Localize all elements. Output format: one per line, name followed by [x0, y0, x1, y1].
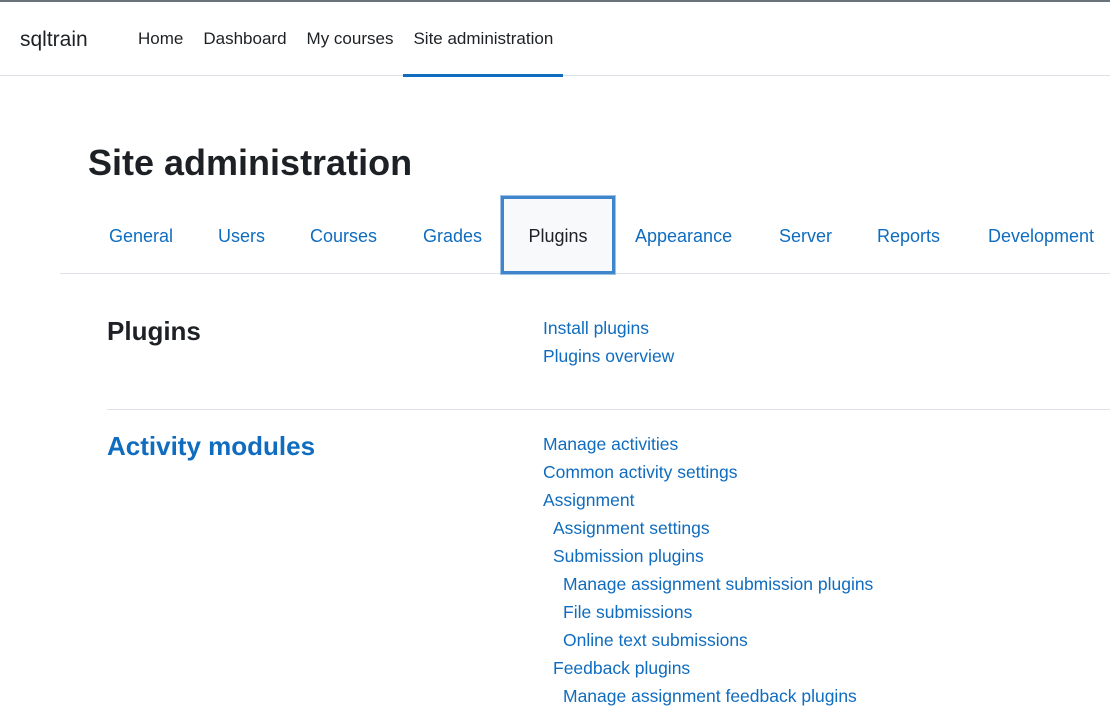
tab-appearance[interactable]: Appearance [635, 196, 732, 274]
admin-tabs: General Users Courses Grades Plugins App… [60, 196, 1110, 274]
nav-site-administration[interactable]: Site administration [403, 2, 564, 77]
tab-plugins[interactable]: Plugins [501, 196, 615, 274]
link-install-plugins[interactable]: Install plugins [543, 314, 674, 342]
link-submission-plugins[interactable]: Submission plugins [543, 542, 873, 570]
link-assignment-settings[interactable]: Assignment settings [543, 514, 873, 542]
tab-general[interactable]: General [109, 196, 173, 274]
tab-development[interactable]: Development [988, 196, 1094, 274]
nav-my-courses[interactable]: My courses [297, 2, 404, 76]
activity-modules-heading[interactable]: Activity modules [107, 431, 315, 462]
section-divider [107, 409, 1110, 410]
activity-modules-links: Manage activities Common activity settin… [543, 430, 873, 710]
tab-server[interactable]: Server [779, 196, 832, 274]
plugins-heading: Plugins [107, 316, 201, 346]
link-file-submissions[interactable]: File submissions [543, 598, 873, 626]
site-brand-link[interactable]: sqltrain [20, 28, 88, 52]
tab-reports[interactable]: Reports [877, 196, 940, 274]
link-assignment[interactable]: Assignment [543, 486, 873, 514]
link-common-activity-settings[interactable]: Common activity settings [543, 458, 873, 486]
tab-grades[interactable]: Grades [423, 196, 482, 274]
plugins-links: Install plugins Plugins overview [543, 314, 674, 370]
link-plugins-overview[interactable]: Plugins overview [543, 342, 674, 370]
tab-courses[interactable]: Courses [310, 196, 377, 274]
top-navbar: sqltrain Home Dashboard My courses Site … [0, 0, 1110, 77]
link-manage-assignment-submission-plugins[interactable]: Manage assignment submission plugins [543, 570, 873, 598]
primary-navigation: Home Dashboard My courses Site administr… [128, 2, 564, 77]
link-feedback-plugins[interactable]: Feedback plugins [543, 654, 873, 682]
link-online-text-submissions[interactable]: Online text submissions [543, 626, 873, 654]
nav-dashboard[interactable]: Dashboard [193, 2, 296, 76]
link-manage-activities[interactable]: Manage activities [543, 430, 873, 458]
page-title: Site administration [88, 142, 413, 183]
tab-users[interactable]: Users [218, 196, 265, 274]
nav-home[interactable]: Home [128, 2, 193, 76]
link-manage-assignment-feedback-plugins[interactable]: Manage assignment feedback plugins [543, 682, 873, 710]
